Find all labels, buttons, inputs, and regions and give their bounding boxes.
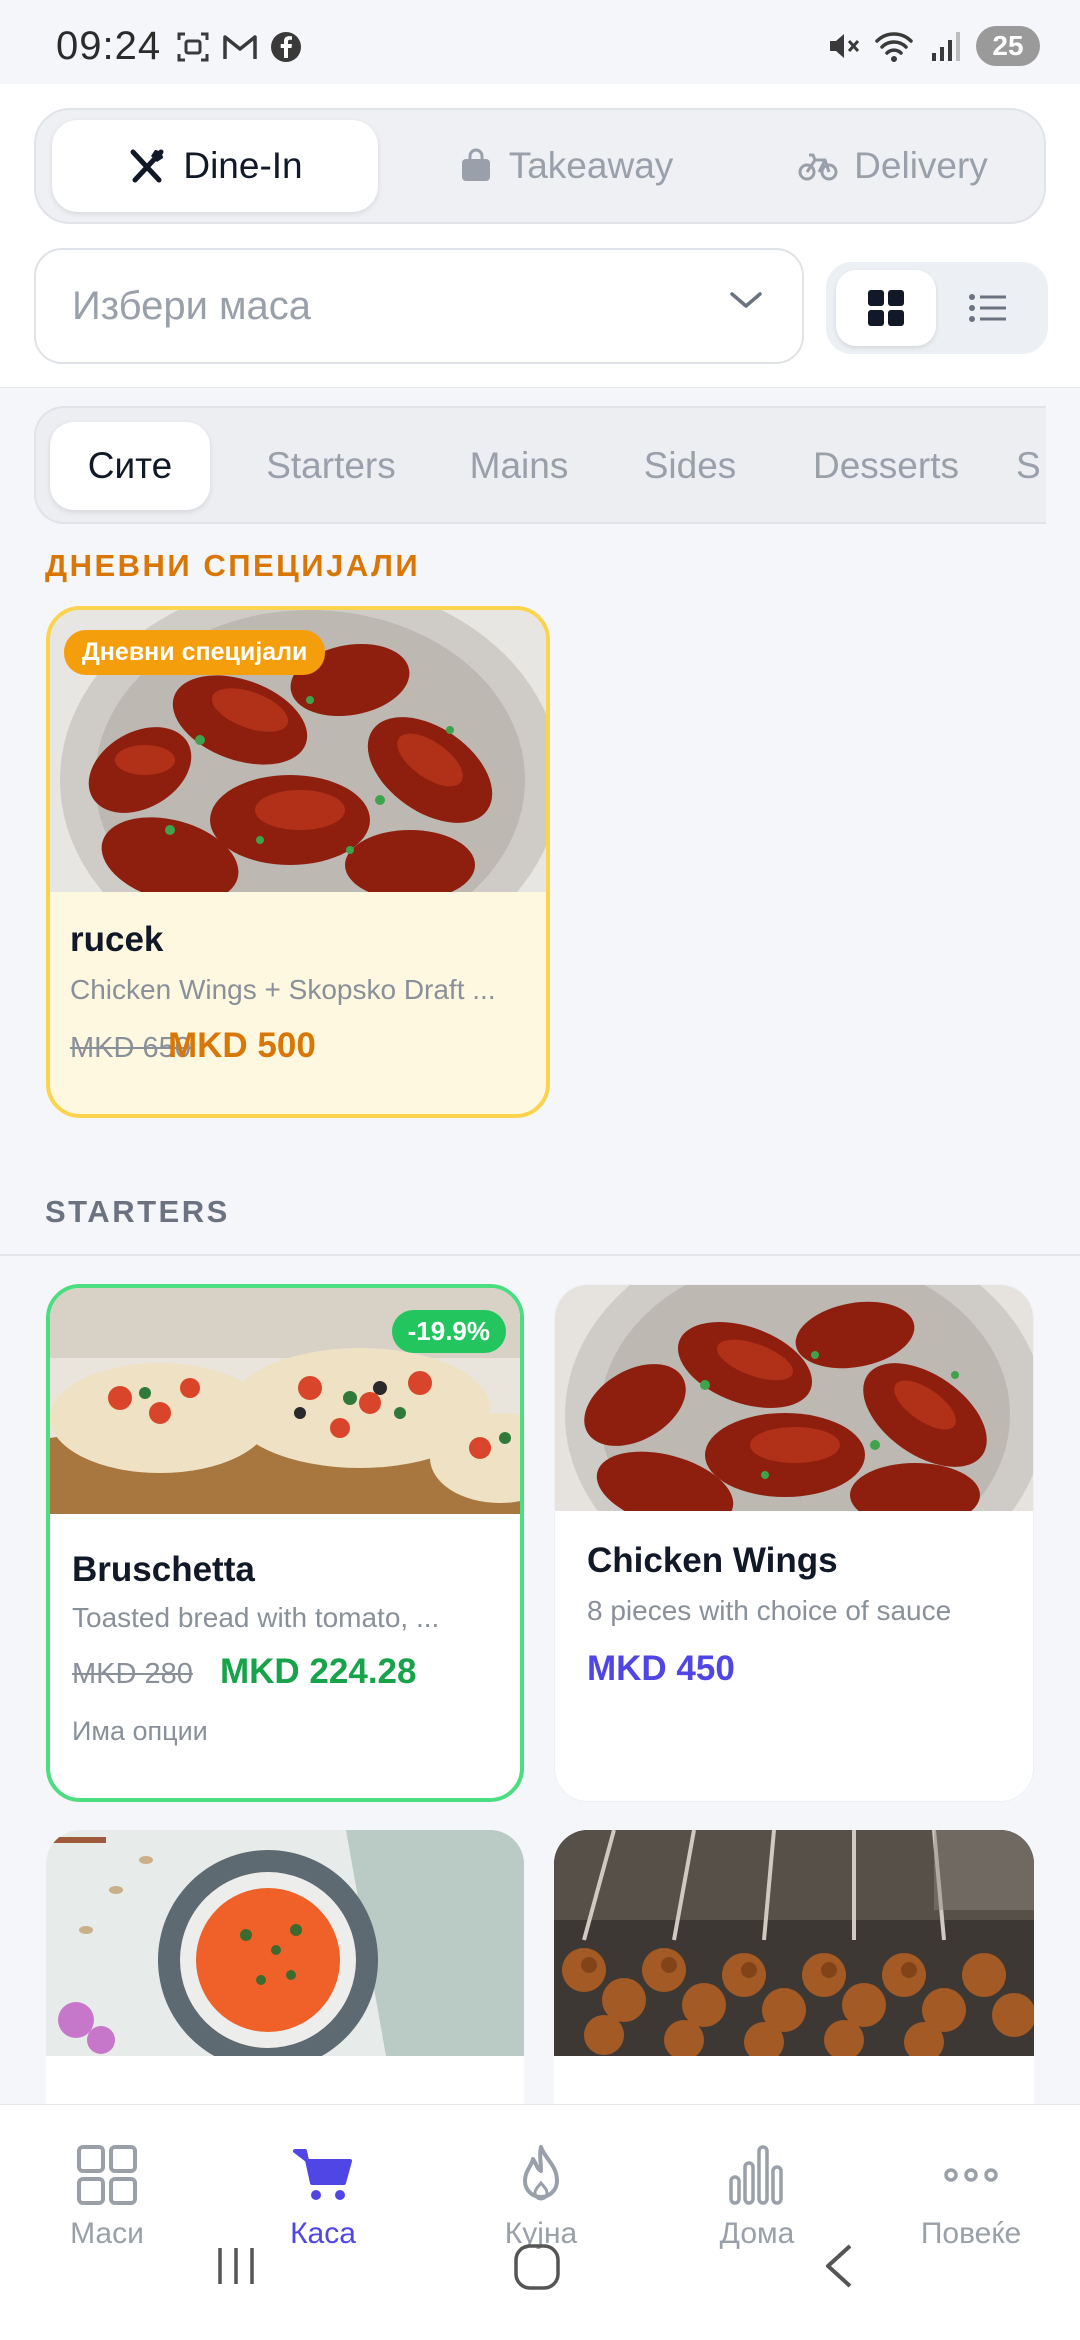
mute-icon xyxy=(830,34,860,58)
table-select-dropdown[interactable]: Избери маса xyxy=(34,248,804,364)
wifi-icon xyxy=(875,32,913,62)
home-icon[interactable] xyxy=(512,2242,562,2292)
nav-kitchen[interactable]: Кујна xyxy=(466,2143,616,2251)
menu-item-description: Toasted bread with tomato, ... xyxy=(72,1602,440,1633)
flame-icon xyxy=(523,2145,559,2201)
special-badge: Дневни специјали xyxy=(64,630,326,675)
category-tab-sides[interactable]: Sides xyxy=(620,422,760,510)
back-icon[interactable] xyxy=(820,2242,860,2290)
order-header: Dine-In Takeaway Delivery Избери маса xyxy=(0,84,1080,388)
menu-item-card[interactable]: -19.9% Bruschetta Toasted bread with tom… xyxy=(46,1284,524,1802)
system-indicators: 25 xyxy=(826,26,1040,66)
bicycle-icon xyxy=(798,153,838,181)
chevron-down-icon xyxy=(730,292,762,308)
special-item-description: Chicken Wings + Skopsko Draft ... xyxy=(70,974,496,1005)
menu-item-price: MKD 450 xyxy=(587,1649,735,1688)
grid-view-button[interactable] xyxy=(836,270,936,346)
cart-icon xyxy=(293,2149,352,2200)
facebook-icon xyxy=(271,32,301,62)
tab-delivery[interactable]: Delivery xyxy=(748,120,1038,212)
menu-item-name: Bruschetta xyxy=(72,1550,255,1589)
grid-icon xyxy=(77,2145,137,2205)
menu-item-name: Chicken Wings xyxy=(587,1541,838,1580)
tab-takeaway[interactable]: Takeaway xyxy=(416,120,716,212)
grid-view-icon xyxy=(868,290,904,326)
table-select-placeholder: Избери маса xyxy=(72,283,312,328)
shopping-bag-icon xyxy=(461,148,490,181)
menu-item-card[interactable]: Chicken Wings 8 pieces with choice of sa… xyxy=(554,1284,1034,1802)
order-mode-tabs: Dine-In Takeaway Delivery xyxy=(34,108,1046,224)
bar-chart-icon xyxy=(729,2145,783,2205)
recent-apps-icon[interactable] xyxy=(212,2242,260,2290)
discount-badge: -19.9% xyxy=(391,1310,506,1353)
category-tab-starters[interactable]: Starters xyxy=(236,422,426,510)
menu-item-price: MKD 224.28 xyxy=(220,1652,417,1691)
category-tab-mains[interactable]: Mains xyxy=(444,422,594,510)
tab-delivery-label: Delivery xyxy=(854,145,988,186)
more-icon xyxy=(944,2168,998,2182)
status-bar: 09:24 25 xyxy=(0,0,1080,84)
daily-specials-heading: ДНЕВНИ СПЕЦИЈАЛИ xyxy=(45,548,421,583)
menu-item-old-price: MKD 280 xyxy=(72,1658,193,1690)
special-item-price: MKD 500 xyxy=(168,1026,316,1065)
section-divider xyxy=(0,1254,1080,1256)
category-tab-all[interactable]: Сите xyxy=(50,422,210,510)
category-tab-more[interactable]: S xyxy=(1016,422,1046,510)
nav-cashier[interactable]: Каса xyxy=(248,2143,398,2251)
screenshot-icon xyxy=(177,32,209,62)
special-item-card[interactable]: Дневни специјали rucek Chicken Wings + S… xyxy=(46,606,550,1118)
signal-icon xyxy=(932,32,960,61)
starters-heading: STARTERS xyxy=(45,1194,230,1229)
menu-item-description: 8 pieces with choice of sauce xyxy=(587,1595,952,1626)
menu-item-options-note: Има опции xyxy=(72,1716,208,1746)
status-time: 09:24 xyxy=(56,24,162,68)
utensils-icon xyxy=(130,149,164,183)
nav-home[interactable]: Дома xyxy=(682,2143,832,2251)
list-view-icon xyxy=(969,294,1006,322)
notification-icons xyxy=(176,30,302,64)
tab-dine-in[interactable]: Dine-In xyxy=(52,120,378,212)
tab-takeaway-label: Takeaway xyxy=(508,145,674,186)
category-tab-desserts[interactable]: Desserts xyxy=(786,422,986,510)
view-toggle xyxy=(826,262,1048,354)
nav-more[interactable]: Повеќе xyxy=(896,2143,1046,2251)
battery-indicator: 25 xyxy=(976,26,1040,66)
special-item-name: rucek xyxy=(70,920,164,959)
soup-photo xyxy=(46,1830,524,2056)
chicken-wings-photo xyxy=(555,1285,1033,1511)
nav-tables[interactable]: Маси xyxy=(32,2143,182,2251)
tab-dine-in-label: Dine-In xyxy=(183,145,303,186)
category-tabs: Сите Starters Mains Sides Desserts S xyxy=(34,406,1046,524)
system-navigation-bar xyxy=(0,2240,1080,2320)
skewers-photo xyxy=(554,1830,1034,2056)
list-view-button[interactable] xyxy=(938,270,1038,346)
gmail-icon xyxy=(223,35,257,59)
